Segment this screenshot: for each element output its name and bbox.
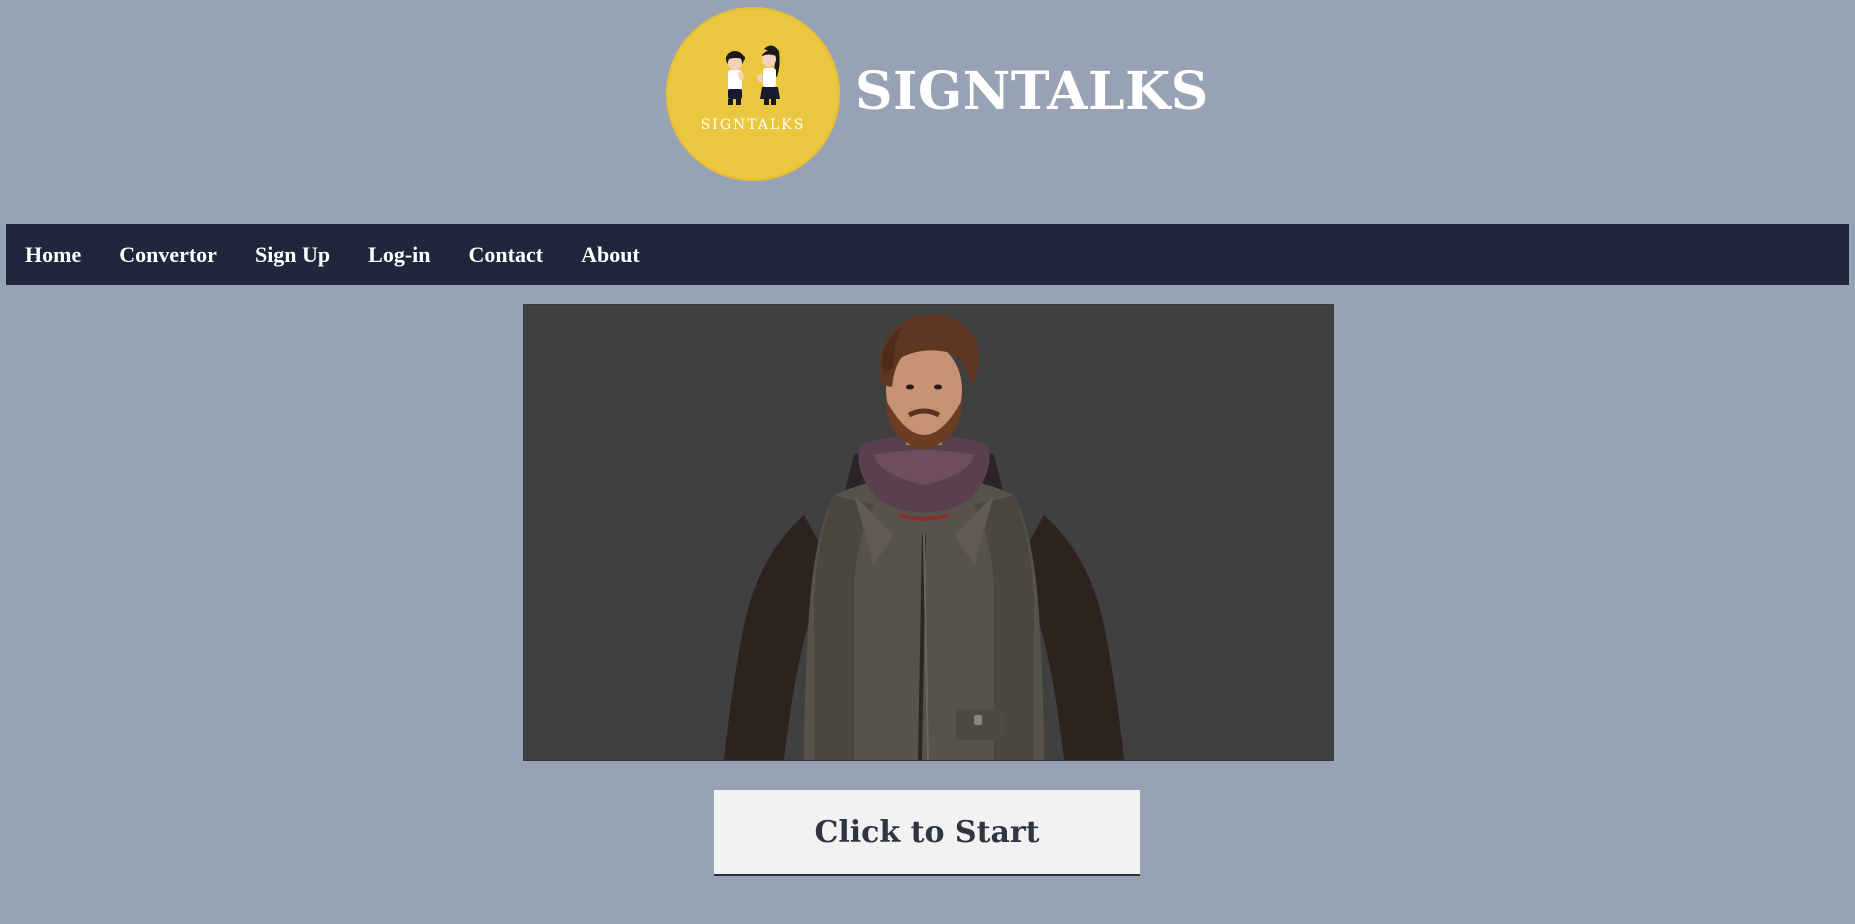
main-nav: Home Convertor Sign Up Log-in Contact Ab…: [6, 224, 1849, 285]
nav-convertor[interactable]: Convertor: [119, 242, 217, 268]
avatar-viewer[interactable]: [523, 304, 1334, 761]
avatar-figure: [724, 314, 1124, 760]
nav-about[interactable]: About: [581, 242, 640, 268]
logo-figures-icon: [726, 45, 780, 105]
nav-contact[interactable]: Contact: [469, 242, 544, 268]
start-button[interactable]: Click to Start: [714, 790, 1140, 876]
site-header: SIGNTALKS SIGNTALKS: [0, 0, 1855, 215]
logo[interactable]: SIGNTALKS: [666, 7, 840, 181]
logo-text: SIGNTALKS: [700, 117, 806, 133]
nav-log-in[interactable]: Log-in: [368, 242, 430, 268]
site-title: SIGNTALKS: [855, 61, 1209, 122]
nav-home[interactable]: Home: [25, 242, 81, 268]
nav-sign-up[interactable]: Sign Up: [255, 242, 330, 268]
